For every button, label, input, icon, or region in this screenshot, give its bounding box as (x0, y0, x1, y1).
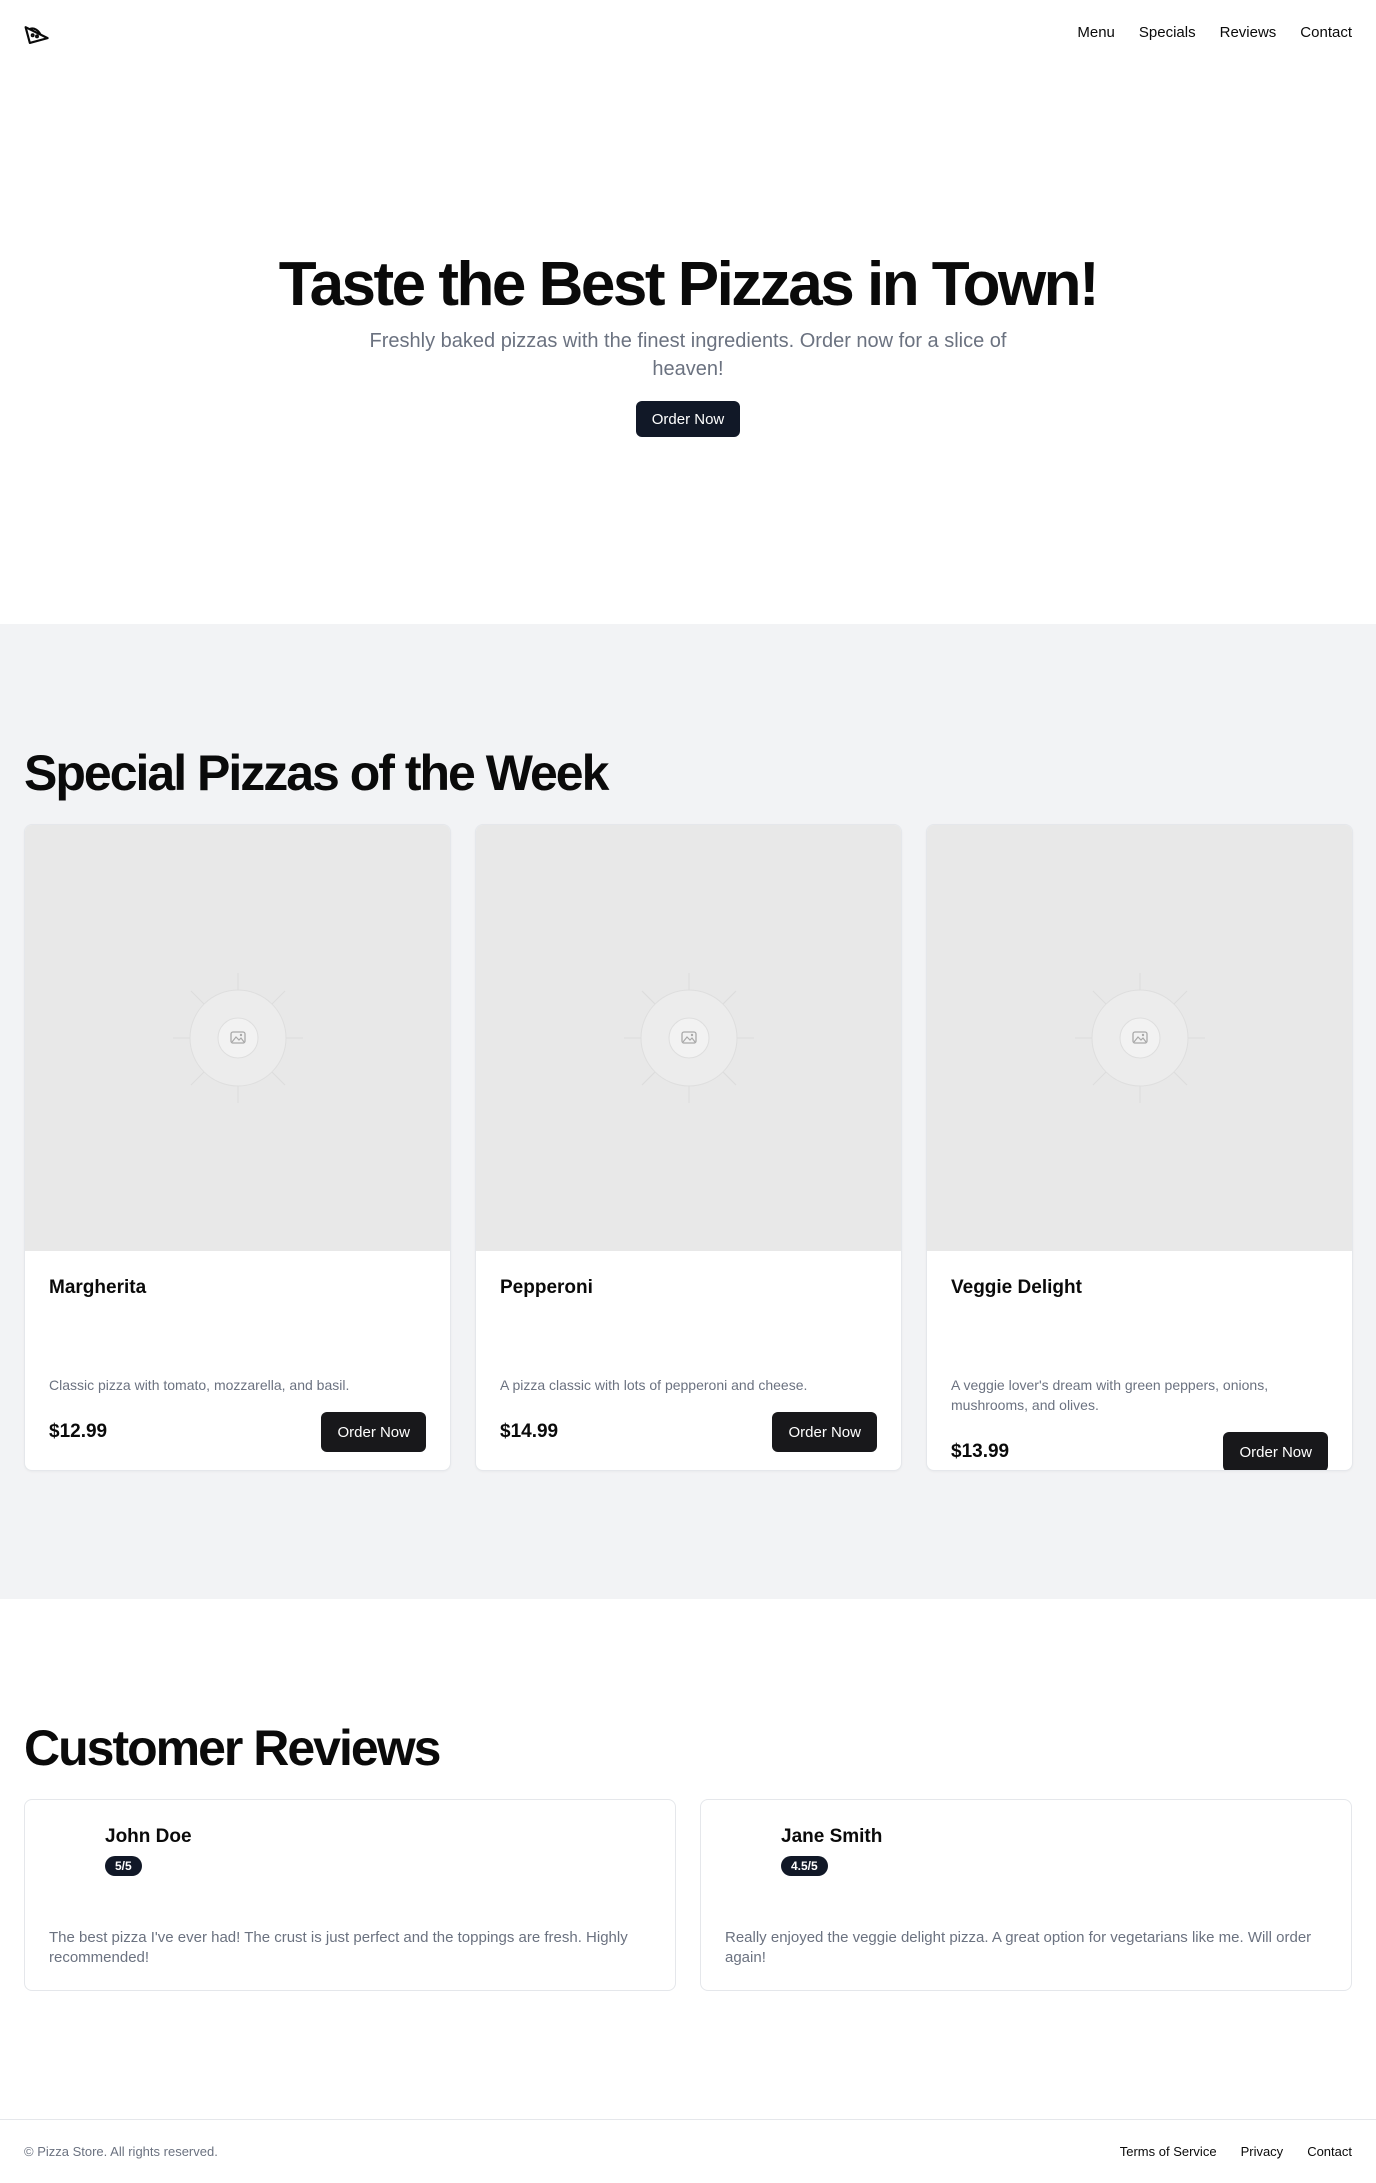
pizza-card-body: Veggie Delight A veggie lover's dream wi… (951, 1277, 1328, 1470)
order-veggie-delight-button[interactable]: Order Now (1223, 1432, 1328, 1470)
pizza-image (25, 825, 450, 1251)
nav-link-contact[interactable]: Contact (1300, 24, 1352, 41)
review-cards: John Doe 5/5 The best pizza I've ever ha… (24, 1799, 1352, 1991)
pizza-price: $14.99 (500, 1421, 559, 1442)
pizza-image (927, 825, 1352, 1251)
footer-links: Terms of Service Privacy Contact (1120, 2144, 1352, 2159)
order-pepperoni-button[interactable]: Order Now (772, 1412, 877, 1452)
pizza-image (476, 825, 901, 1251)
reviews-title: Customer Reviews (24, 1720, 441, 1776)
review-text: The best pizza I've ever had! The crust … (49, 1929, 628, 1966)
pizza-description: Classic pizza with tomato, mozzarella, a… (49, 1377, 350, 1393)
image-placeholder-icon (623, 973, 754, 1103)
rating-badge: 5/5 (105, 1856, 142, 1876)
footer: © Pizza Store. All rights reserved. Term… (0, 2119, 1376, 2183)
footer-link-contact[interactable]: Contact (1307, 2144, 1352, 2159)
pizza-card-body: Margherita Classic pizza with tomato, mo… (49, 1277, 426, 1470)
pizza-card-footer: $14.99 Order Now (500, 1412, 877, 1452)
pizza-slice-icon[interactable] (24, 19, 50, 45)
specials-title: Special Pizzas of the Week (24, 745, 609, 801)
pizza-card: Margherita Classic pizza with tomato, mo… (24, 824, 451, 1471)
nav-links: Menu Specials Reviews Contact (1077, 24, 1352, 41)
specials-cards: Margherita Classic pizza with tomato, mo… (24, 824, 1353, 1471)
pizza-name: Pepperoni (500, 1277, 593, 1298)
hero-title: Taste the Best Pizzas in Town! (278, 249, 1100, 319)
pizza-description: A veggie lover's dream with green pepper… (951, 1377, 1269, 1413)
reviewer-name: Jane Smith (781, 1826, 883, 1847)
hero-order-button[interactable]: Order Now (635, 401, 741, 438)
reviewer-name: John Doe (105, 1826, 192, 1847)
footer-link-terms[interactable]: Terms of Service (1120, 2144, 1217, 2159)
review-card: John Doe 5/5 The best pizza I've ever ha… (24, 1799, 676, 1991)
hero-subtitle: Freshly baked pizzas with the finest ing… (369, 330, 1007, 381)
pizza-description: A pizza classic with lots of pepperoni a… (500, 1377, 808, 1393)
pizza-price: $12.99 (49, 1421, 108, 1442)
pizza-card-footer: $12.99 Order Now (49, 1412, 426, 1452)
pizza-price: $13.99 (951, 1441, 1010, 1462)
nav-link-reviews[interactable]: Reviews (1220, 24, 1277, 41)
review-text: Really enjoyed the veggie delight pizza.… (725, 1929, 1312, 1966)
pizza-name: Veggie Delight (951, 1277, 1082, 1298)
image-placeholder-icon (1074, 973, 1205, 1103)
hero-section: Taste the Best Pizzas in Town! Freshly b… (0, 64, 1376, 624)
nav-link-specials[interactable]: Specials (1139, 24, 1196, 41)
order-margherita-button[interactable]: Order Now (321, 1412, 426, 1452)
copyright-text: © Pizza Store. All rights reserved. (24, 2144, 218, 2159)
pizza-card-footer: $13.99 Order Now (951, 1432, 1328, 1470)
pizza-card-body: Pepperoni A pizza classic with lots of p… (500, 1277, 877, 1470)
specials-section: Special Pizzas of the Week Margherita Cl… (0, 624, 1376, 1599)
top-nav: Menu Specials Reviews Contact (0, 0, 1376, 64)
rating-badge: 4.5/5 (781, 1856, 828, 1876)
pizza-name: Margherita (49, 1277, 147, 1298)
nav-link-menu[interactable]: Menu (1077, 24, 1115, 41)
footer-link-privacy[interactable]: Privacy (1241, 2144, 1284, 2159)
image-placeholder-icon (172, 973, 303, 1103)
pizza-card: Pepperoni A pizza classic with lots of p… (475, 824, 902, 1471)
pizza-card: Veggie Delight A veggie lover's dream wi… (926, 824, 1353, 1471)
reviews-section: Customer Reviews John Doe 5/5 The best p… (0, 1599, 1376, 2119)
review-card: Jane Smith 4.5/5 Really enjoyed the vegg… (700, 1799, 1352, 1991)
